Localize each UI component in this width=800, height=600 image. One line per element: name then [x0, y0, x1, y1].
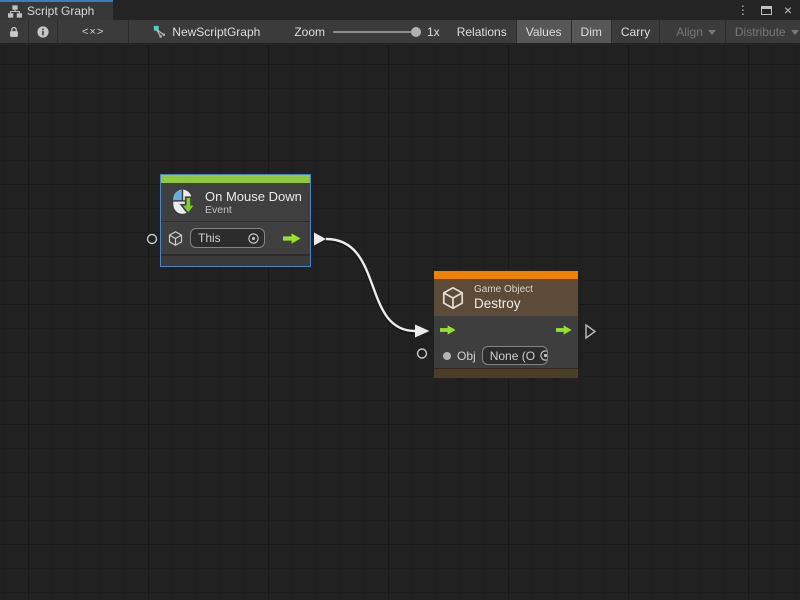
- wire-end-arrow: [415, 325, 430, 338]
- chevron-down-icon: [791, 30, 799, 35]
- event-node-subtitle: Event: [205, 204, 302, 216]
- info-icon: [36, 25, 50, 39]
- align-dropdown: Align: [667, 20, 726, 43]
- tab-script-graph[interactable]: Script Graph: [0, 0, 113, 20]
- destroy-node-titles: Game Object Destroy: [474, 284, 533, 312]
- event-color-cap: [161, 175, 310, 183]
- toolbar-gap: [660, 20, 667, 43]
- wire-shadow: [326, 240, 415, 332]
- zoom-slider-handle[interactable]: [411, 27, 421, 37]
- align-label: Align: [676, 25, 703, 39]
- destroy-node-footer: [434, 368, 578, 378]
- lock-button[interactable]: [0, 20, 29, 43]
- obj-value-field[interactable]: None (O: [482, 346, 548, 365]
- mouse-down-icon: [168, 187, 198, 217]
- destroy-flow-out-port[interactable]: [586, 325, 595, 338]
- destroy-node-header[interactable]: Game Object Destroy: [434, 279, 578, 316]
- target-value-text: This: [191, 231, 247, 245]
- unit-color-cap: [434, 271, 578, 279]
- obj-port-dot[interactable]: [443, 352, 451, 360]
- event-target-port[interactable]: [148, 235, 157, 244]
- game-object-icon: [167, 230, 184, 247]
- target-value-field[interactable]: This: [190, 228, 265, 248]
- destroy-obj-port[interactable]: [418, 349, 427, 358]
- zoom-slider[interactable]: [333, 31, 419, 33]
- graph-tree-icon: [8, 5, 22, 18]
- code-view-button[interactable]: <×>: [58, 20, 129, 43]
- obj-port-label: Obj: [457, 349, 476, 363]
- object-picker-icon[interactable]: [539, 349, 548, 362]
- graph-name-button[interactable]: NewScriptGraph: [143, 20, 270, 43]
- close-icon[interactable]: ×: [784, 3, 792, 17]
- flow-in-arrow-icon[interactable]: [440, 324, 456, 336]
- event-target-row: This: [161, 222, 310, 254]
- dim-button[interactable]: Dim: [572, 20, 612, 43]
- game-object-icon: [440, 285, 466, 311]
- toolbar-toggles: Relations Values Dim Carry Align Distrib…: [448, 20, 800, 43]
- code-icon: <×>: [82, 26, 104, 38]
- obj-value-text: None (O: [483, 349, 539, 363]
- tab-title: Script Graph: [27, 4, 94, 18]
- graph-toolbar: <×> NewScriptGraph Zoom 1x Relations Val…: [0, 20, 800, 44]
- event-node-title: On Mouse Down: [205, 189, 302, 204]
- graph-name-label: NewScriptGraph: [172, 25, 260, 39]
- event-node-titles: On Mouse Down Event: [205, 189, 302, 216]
- destroy-obj-row: Obj None (O: [434, 343, 578, 368]
- graph-node-icon: [153, 25, 167, 39]
- values-button[interactable]: Values: [517, 20, 572, 43]
- flow-arrow-icon[interactable]: [283, 232, 301, 245]
- distribute-label: Distribute: [735, 25, 786, 39]
- distribute-dropdown: Distribute: [726, 20, 800, 43]
- window-controls: ⋮ ×: [737, 0, 800, 20]
- event-node-footer: [161, 255, 310, 266]
- window-menu-icon[interactable]: ⋮: [737, 4, 749, 16]
- event-node-header[interactable]: On Mouse Down Event: [161, 183, 310, 221]
- zoom-value: 1x: [427, 25, 440, 39]
- chevron-down-icon: [708, 30, 716, 35]
- wire-layer: [0, 45, 800, 600]
- zoom-label: Zoom: [294, 25, 325, 39]
- graph-canvas[interactable]: On Mouse Down Event This: [0, 45, 800, 600]
- wire-start-arrow: [314, 233, 326, 246]
- flow-out-arrow-icon[interactable]: [556, 324, 572, 336]
- lock-icon: [7, 25, 21, 39]
- zoom-control: Zoom 1x: [294, 20, 439, 43]
- destroy-node-title: Destroy: [474, 296, 533, 312]
- info-button[interactable]: [29, 20, 58, 43]
- node-destroy[interactable]: Game Object Destroy Obj None (O: [433, 270, 579, 379]
- destroy-flow-row: [434, 316, 578, 343]
- relations-button[interactable]: Relations: [448, 20, 517, 43]
- tabbar-spacer: [113, 0, 737, 20]
- node-on-mouse-down[interactable]: On Mouse Down Event This: [160, 174, 311, 267]
- carry-button[interactable]: Carry: [612, 20, 660, 43]
- destroy-node-category: Game Object: [474, 284, 533, 296]
- window-tab-bar: Script Graph ⋮ ×: [0, 0, 800, 20]
- object-picker-icon[interactable]: [247, 232, 260, 245]
- maximize-icon[interactable]: [761, 6, 772, 15]
